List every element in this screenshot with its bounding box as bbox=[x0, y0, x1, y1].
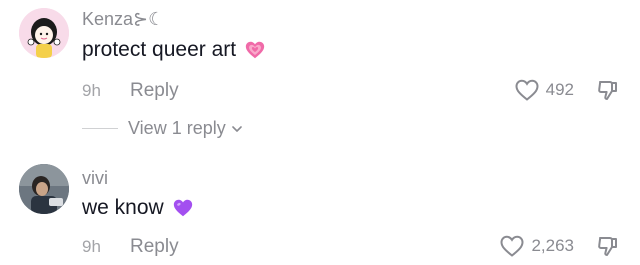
comment-meta: 9h Reply bbox=[82, 236, 179, 258]
comment-item: vivi we know 9h Reply 2,263 bbox=[0, 152, 640, 265]
comment-text: protect queer art bbox=[82, 38, 266, 62]
heart-outline-icon[interactable] bbox=[514, 78, 540, 102]
comment-meta: 9h Reply bbox=[82, 80, 179, 102]
like-count: 492 bbox=[545, 80, 574, 99]
chevron-down-icon bbox=[231, 125, 242, 132]
purple-heart-emoji-icon bbox=[173, 199, 192, 217]
comment-username[interactable]: vivi bbox=[82, 168, 108, 189]
reply-button[interactable]: Reply bbox=[130, 236, 179, 258]
reply-button[interactable]: Reply bbox=[130, 80, 179, 102]
view-replies-label: View 1 reply bbox=[128, 118, 226, 138]
thumbs-down-icon[interactable] bbox=[596, 78, 620, 102]
view-replies-button[interactable]: View 1 reply bbox=[82, 118, 244, 139]
comment-timestamp: 9h bbox=[82, 81, 101, 100]
comment-timestamp: 9h bbox=[82, 237, 101, 256]
thumbs-down-icon[interactable] bbox=[596, 234, 620, 258]
comment-actions: 2,263 bbox=[499, 234, 620, 258]
avatar[interactable] bbox=[19, 164, 69, 214]
comment-username[interactable]: Kenza⊱☾ bbox=[82, 9, 164, 30]
like-count: 2,263 bbox=[531, 236, 574, 255]
comment-text-content: protect queer art bbox=[82, 38, 237, 61]
divider bbox=[82, 128, 118, 129]
comment-text: we know bbox=[82, 196, 194, 220]
comment-actions: 492 bbox=[514, 78, 620, 102]
pink-heart-emoji-icon bbox=[245, 41, 265, 59]
avatar[interactable] bbox=[19, 8, 69, 58]
heart-outline-icon[interactable] bbox=[499, 234, 525, 258]
comment-text-content: we know bbox=[82, 196, 164, 219]
comment-item: Kenza⊱☾ protect queer art 9h Reply 492 V… bbox=[0, 0, 640, 138]
